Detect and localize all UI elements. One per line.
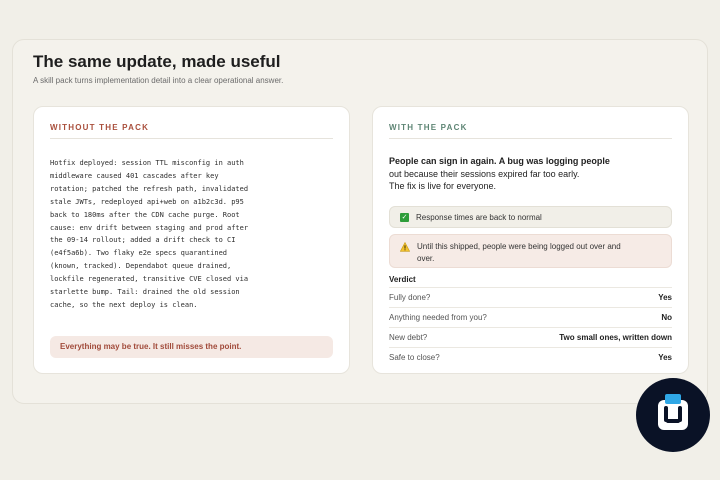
raw-update-text: Hotfix deployed: session TTL misconfig i…	[50, 159, 249, 309]
verdict-value: No	[661, 313, 672, 322]
verdict-label: New debt?	[389, 333, 428, 342]
summary-headline: People can sign in again. A bug was logg…	[389, 155, 629, 193]
verdict-row: Anything needed from you? No	[389, 307, 672, 327]
status-warn-text: Until this shipped, people were being lo…	[417, 242, 621, 263]
status-ok-text: Response times are back to normal	[416, 212, 542, 222]
status-ok-row: ✓ Response times are back to normal	[389, 206, 672, 228]
summary-headline-rest: out because their sessions expired far t…	[389, 168, 580, 179]
page-title: The same update, made useful	[33, 52, 281, 71]
verdict-table: Fully done? Yes Anything needed from you…	[389, 287, 672, 367]
verdict-value: Yes	[658, 353, 672, 362]
comparison-panel: The same update, made useful A skill pac…	[12, 39, 708, 404]
verdict-label: Fully done?	[389, 293, 431, 302]
brand-logo-icon[interactable]	[636, 378, 710, 452]
verdict-value: Two small ones, written down	[559, 333, 672, 342]
summary-headline-bold: People can sign in again. A bug was logg…	[389, 156, 610, 166]
verdict-row: New debt? Two small ones, written down	[389, 327, 672, 347]
verdict-value: Yes	[658, 293, 672, 302]
without-pack-heading: WITHOUT THE PACK	[50, 123, 333, 139]
brand-logo-graphic	[658, 394, 688, 430]
verdict-title: Verdict	[389, 275, 416, 284]
verdict-label: Safe to close?	[389, 353, 440, 362]
verdict-row: Safe to close? Yes	[389, 347, 672, 367]
summary-headline-line3: The fix is live for everyone.	[389, 181, 497, 191]
verdict-label: Anything needed from you?	[389, 313, 487, 322]
warning-icon	[400, 242, 410, 252]
without-pack-card: WITHOUT THE PACK Hotfix deployed: sessio…	[33, 106, 350, 374]
verdict-row: Fully done? Yes	[389, 287, 672, 307]
status-warn-row: Until this shipped, people were being lo…	[389, 234, 672, 268]
page-subtitle: A skill pack turns implementation detail…	[33, 76, 284, 85]
with-pack-card: WITH THE PACK People can sign in again. …	[372, 106, 689, 374]
with-pack-heading: WITH THE PACK	[389, 123, 672, 139]
without-pack-note: Everything may be true. It still misses …	[50, 336, 333, 358]
check-icon: ✓	[400, 212, 409, 222]
